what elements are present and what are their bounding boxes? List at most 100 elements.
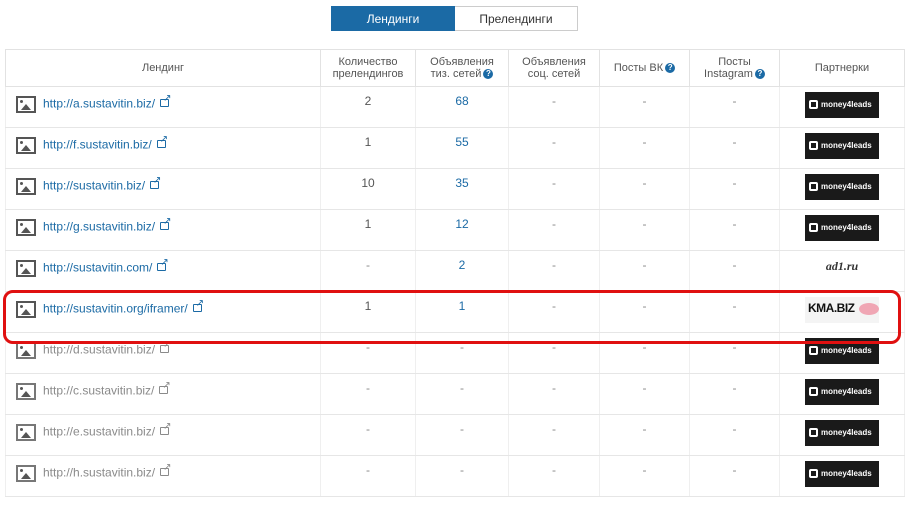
partner-cell: money4leads (779, 414, 905, 456)
landing-url-link[interactable]: http://g.sustavitin.biz/ (43, 220, 155, 234)
partner-logo-money4leads[interactable]: money4leads (805, 92, 879, 118)
money4leads-icon (809, 182, 818, 192)
partner-logo-money4leads[interactable]: money4leads (805, 133, 879, 159)
social-ads-value: - (552, 176, 556, 190)
external-link-icon[interactable] (159, 381, 171, 394)
teaser-ads-link[interactable]: 2 (459, 258, 466, 272)
external-link-icon[interactable] (160, 422, 171, 435)
teaser-ads-link[interactable]: 1 (459, 299, 466, 313)
prelandings-count: 1 (320, 127, 416, 169)
external-link-icon[interactable] (150, 176, 161, 189)
social-ads-count: - (508, 168, 600, 210)
prelandings-value: - (366, 422, 370, 436)
help-icon[interactable]: ? (665, 63, 676, 74)
partner-cell: money4leads (779, 127, 905, 169)
vk-posts-count: - (599, 414, 690, 456)
image-icon[interactable] (16, 219, 36, 236)
prelandings-count: - (320, 373, 416, 415)
image-icon[interactable] (16, 383, 36, 400)
external-link-icon[interactable] (160, 463, 171, 476)
image-icon[interactable] (16, 260, 36, 277)
partner-logo-ad1[interactable]: ad1.ru (805, 256, 879, 282)
landing-url-link[interactable]: http://e.sustavitin.biz/ (43, 425, 155, 439)
social-ads-value: - (552, 340, 556, 354)
image-icon[interactable] (16, 137, 36, 154)
external-link-icon[interactable] (160, 340, 171, 353)
partner-logo-money4leads[interactable]: money4leads (805, 174, 879, 200)
help-icon[interactable]: ? (483, 69, 494, 80)
landing-url-link[interactable]: http://sustavitin.biz/ (43, 179, 145, 193)
landing-url-link[interactable]: http://a.sustavitin.biz/ (43, 97, 155, 111)
social-ads-count: - (508, 127, 600, 169)
partner-logo-money4leads[interactable]: money4leads (805, 420, 879, 446)
image-icon[interactable] (16, 178, 36, 195)
tab-landings[interactable]: Лендинги (331, 6, 455, 31)
teaser-ads-count: 55 (415, 127, 509, 169)
image-icon[interactable] (16, 342, 36, 359)
instagram-posts-value: - (732, 299, 737, 313)
prelandings-count: 1 (320, 291, 416, 333)
landing-cell: http://h.sustavitin.biz/ (5, 455, 321, 497)
landings-table: Лендинг Количество прелендингов Объявлен… (5, 49, 905, 497)
partner-logo-kma[interactable]: KMA.BIZ (805, 297, 879, 323)
money4leads-icon (809, 100, 818, 110)
instagram-posts-count: - (689, 250, 780, 292)
prelandings-count: - (320, 455, 416, 497)
social-ads-value: - (552, 381, 556, 395)
vk-posts-count: - (599, 127, 690, 169)
table-row: http://d.sustavitin.biz/ - - - - - money4leads (5, 332, 905, 374)
teaser-ads-count: 12 (415, 209, 509, 251)
teaser-ads-link: - (460, 381, 464, 395)
instagram-posts-value: - (732, 258, 737, 272)
image-icon[interactable] (16, 301, 36, 318)
table-row: http://f.sustavitin.biz/1 55 - - - money4lead… (5, 127, 905, 169)
tab-prelandings[interactable]: Прелендинги (455, 6, 578, 31)
vk-posts-count: - (599, 291, 690, 333)
landing-url-link[interactable]: http://h.sustavitin.biz/ (43, 466, 155, 480)
teaser-ads-link[interactable]: 55 (455, 135, 468, 149)
partner-logo-money4leads[interactable]: money4leads (805, 379, 879, 405)
external-link-icon[interactable] (192, 299, 204, 312)
tab-bar: Лендинги Прелендинги (331, 6, 578, 31)
landing-url-link[interactable]: http://sustavitin.com/ (43, 261, 152, 275)
prelandings-count: - (320, 332, 416, 374)
instagram-posts-count: - (689, 127, 780, 169)
social-ads-value: - (552, 217, 556, 231)
teaser-ads-link[interactable]: 12 (455, 217, 468, 231)
money4leads-icon (809, 387, 818, 397)
instagram-posts-value: - (732, 463, 737, 477)
landing-cell: http://d.sustavitin.biz/ (5, 332, 321, 374)
landing-url-link[interactable]: http://f.sustavitin.biz/ (43, 138, 152, 152)
external-link-icon[interactable] (160, 94, 171, 107)
teaser-ads-count: 68 (415, 86, 509, 128)
instagram-posts-count: - (689, 291, 780, 333)
prelandings-value: 10 (361, 176, 375, 190)
money4leads-icon (809, 141, 818, 151)
image-icon[interactable] (16, 465, 36, 482)
partner-logo-money4leads[interactable]: money4leads (805, 215, 879, 241)
prelandings-value: - (366, 258, 370, 272)
prelandings-value: - (366, 463, 370, 477)
landing-url-link[interactable]: http://d.sustavitin.biz/ (43, 343, 155, 357)
teaser-ads-count: - (415, 414, 509, 456)
col-teaser-ads: Объявления тиз. сетей? (415, 49, 509, 87)
external-link-icon[interactable] (156, 135, 168, 148)
teaser-ads-count: - (415, 373, 509, 415)
partner-logo-money4leads[interactable]: money4leads (805, 461, 879, 487)
help-icon[interactable]: ? (754, 69, 765, 80)
social-ads-count: - (508, 209, 600, 251)
table-row: http://a.sustavitin.biz/2 68 - - - money4lead… (5, 86, 905, 128)
teaser-ads-link[interactable]: 35 (455, 176, 468, 190)
partner-logo-money4leads[interactable]: money4leads (805, 338, 879, 364)
landing-url-link[interactable]: http://sustavitin.org/iframer/ (43, 302, 188, 316)
landing-url-link[interactable]: http://c.sustavitin.biz/ (43, 384, 154, 398)
table-row: http://h.sustavitin.biz/ - - - - - money4leads (5, 455, 905, 497)
money4leads-icon (809, 346, 818, 356)
landing-cell: http://e.sustavitin.biz/ (5, 414, 321, 456)
image-icon[interactable] (16, 424, 36, 441)
social-ads-value: - (552, 258, 556, 272)
external-link-icon[interactable] (157, 258, 169, 271)
teaser-ads-link[interactable]: 68 (455, 94, 468, 108)
external-link-icon[interactable] (160, 217, 171, 230)
image-icon[interactable] (16, 96, 36, 113)
